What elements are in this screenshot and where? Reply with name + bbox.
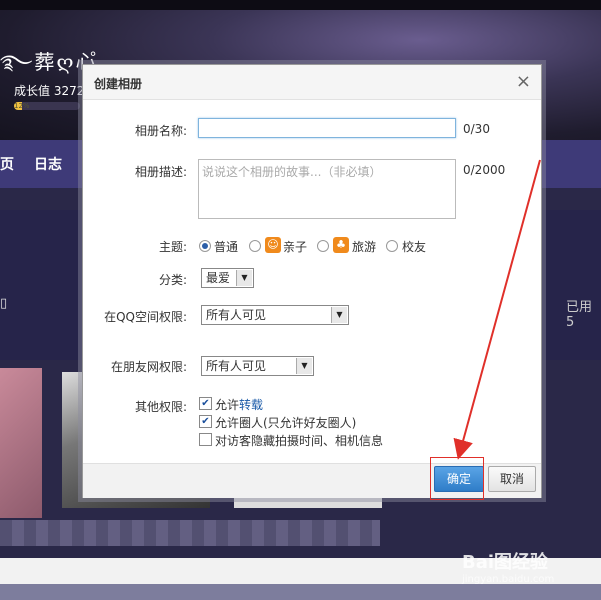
album-thumbnail[interactable] [0,368,42,518]
hide-exif-checkbox[interactable] [199,433,212,446]
album-name-label: 相册名称: [134,124,187,138]
album-desc-label: 相册描述: [134,165,187,179]
category-label: 分类: [158,273,187,287]
used-space-label: 已用 5 [566,300,593,330]
smiley-icon: ☺ [265,237,281,253]
create-album-dialog: 创建相册 × 相册名称: 0/30 相册描述: 说说这个相册的故事...（非必填… [82,64,542,498]
growth-progress-bar: 12% [14,102,80,110]
qzone-perm-select[interactable]: 所有人可见 ▼ [201,305,349,325]
chevron-down-icon: ▼ [331,307,347,323]
growth-progress-fill: 12% [14,102,30,110]
nav-item-home[interactable]: 页 [0,154,14,174]
highlight-box [430,457,484,500]
allow-repost-checkbox[interactable]: ✔ [199,397,212,410]
growth-value: 成长值 3272 [14,84,85,98]
album-name-counter: 0/30 [463,122,490,136]
theme-radio-normal[interactable] [199,240,211,252]
theme-alumni-label: 校友 [402,240,427,254]
repost-link[interactable]: 转载 [239,398,263,412]
blurred-captions [0,520,380,546]
category-select[interactable]: 最爱 ▼ [201,268,254,288]
theme-radio-travel[interactable] [317,240,329,252]
album-desc-counter: 0/2000 [463,163,506,177]
album-name-input[interactable] [198,118,456,138]
theme-label: 主题: [158,240,187,254]
top-strip [0,0,601,10]
taskbar [0,584,601,600]
album-desc-textarea[interactable]: 说说这个相册的故事...（非必填） [198,159,456,219]
pengyou-perm-select[interactable]: 所有人可见 ▼ [201,356,314,376]
chevron-down-icon: ▼ [236,270,252,286]
nav-item-blog[interactable]: 日志 [34,154,62,174]
qzone-perm-label: 在QQ空间权限: [104,310,187,324]
dialog-title: 创建相册 [94,77,143,91]
allow-repost-label: 允许转载 [215,398,264,412]
chevron-down-icon: ▼ [296,358,312,374]
theme-radio-family[interactable] [249,240,261,252]
category-select-value: 最爱 [206,271,231,285]
qzone-perm-value: 所有人可见 [206,308,267,322]
watermark-url: jingyan.baidu.com [462,574,555,585]
cancel-button[interactable]: 取消 [488,466,536,492]
theme-normal-label: 普通 [214,240,239,254]
allow-tag-label: 允许圈人(只允许好友圈人) [215,416,357,430]
dialog-header: 创建相册 × [83,65,541,100]
allow-tag-checkbox[interactable]: ✔ [199,415,212,428]
hide-exif-label: 对访客隐藏拍摄时间、相机信息 [215,434,384,448]
other-perm-label: 其他权限: [134,400,187,414]
pengyou-perm-label: 在朋友网权限: [110,360,187,374]
theme-travel-label: 旅游 [352,240,377,254]
theme-family-label: 亲子 [283,240,308,254]
watermark-brand: Bai图经验 [462,552,549,573]
palm-tree-icon: ♣ [333,237,349,253]
pengyou-perm-value: 所有人可见 [206,359,267,373]
theme-radio-alumni[interactable] [386,240,398,252]
left-tab-fragment: ▯ [0,296,8,311]
close-icon[interactable]: × [516,71,531,92]
